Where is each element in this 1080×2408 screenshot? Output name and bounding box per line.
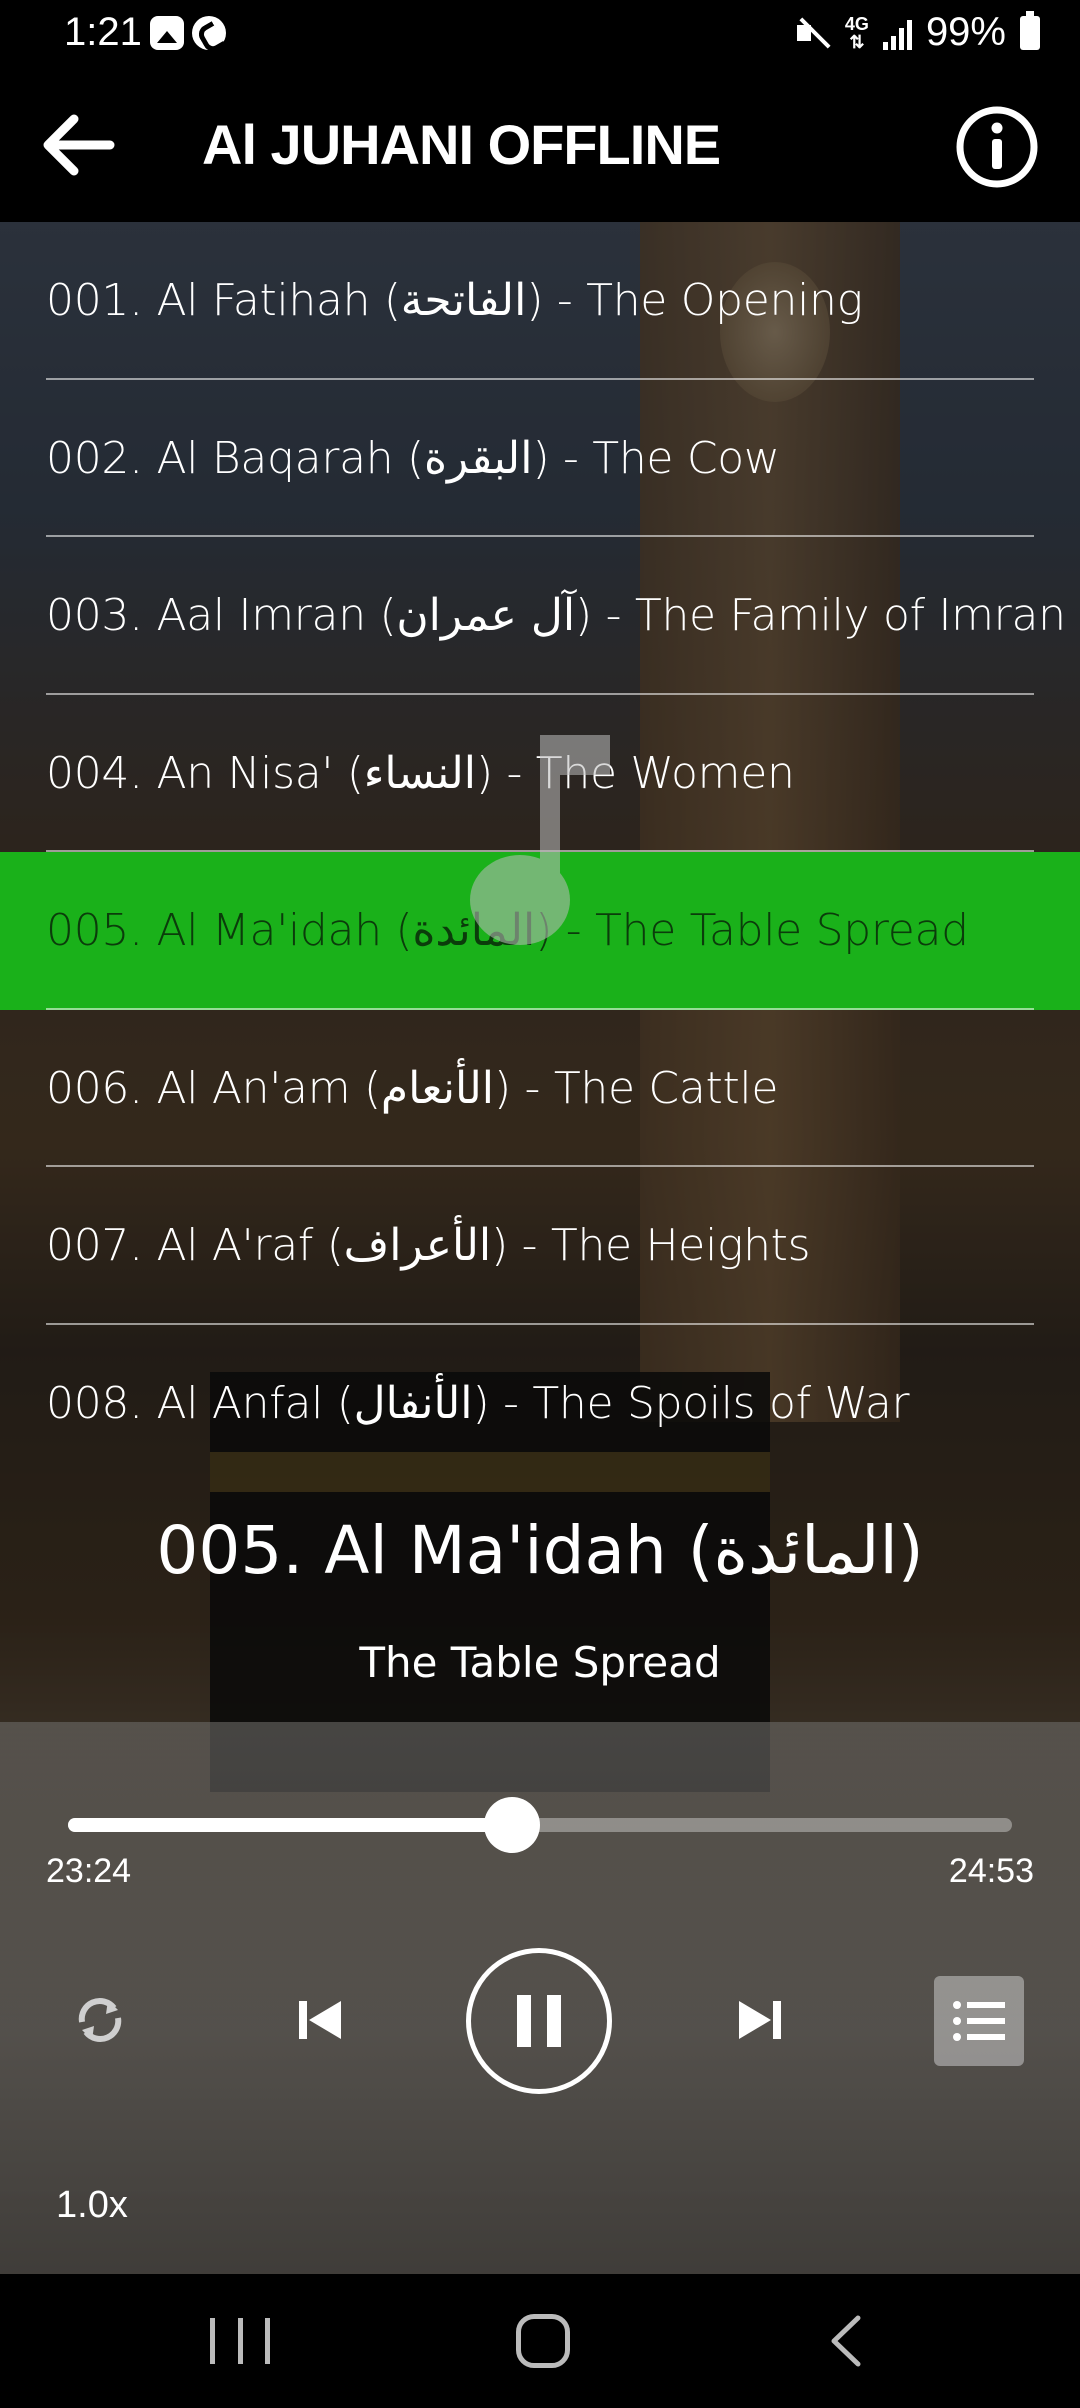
track-label: 008. Al Anfal (الأنفال) - The Spoils of …: [46, 1377, 910, 1429]
list-item[interactable]: 003. Aal Imran (آل عمران) - The Family o…: [0, 537, 1080, 695]
track-label: 006. Al An'am (الأنعام) - The Cattle: [46, 1062, 779, 1114]
battery-percent: 99%: [925, 10, 1006, 54]
list-item[interactable]: 006. Al An'am (الأنعام) - The Cattle: [0, 1010, 1080, 1168]
skip-next-icon: [739, 2001, 781, 2039]
track-label: 003. Aal Imran (آل عمران) - The Family o…: [46, 590, 1066, 642]
recents-button[interactable]: [210, 2318, 270, 2364]
network-icon: 4G ⇅: [845, 15, 869, 51]
pause-icon: [517, 1995, 561, 2047]
status-time: 1:21: [64, 10, 142, 54]
repeat-button[interactable]: [60, 1980, 140, 2060]
arrow-left-icon[interactable]: [38, 110, 118, 180]
track-label: 007. Al A'raf (الأعراف) - The Heights: [46, 1220, 811, 1272]
player-controls: [0, 1940, 1080, 2100]
list-item[interactable]: 001. Al Fatihah (الفاتحة) - The Opening: [0, 222, 1080, 380]
list-item[interactable]: 002. Al Baqarah (البقرة) - The Cow: [0, 380, 1080, 538]
next-button[interactable]: [720, 1980, 800, 2060]
system-nav-bar: [0, 2274, 1080, 2408]
now-playing-title: 005. Al Ma'idah (المائدة): [156, 1512, 924, 1589]
page-title: Al JUHANI OFFLINE: [202, 113, 721, 176]
home-button[interactable]: [516, 2314, 570, 2368]
gallery-icon: [150, 16, 184, 50]
data-arrows-icon: ⇅: [849, 31, 865, 52]
track-label: 004. An Nisa' (النساء) - The Women: [46, 747, 795, 799]
info-icon[interactable]: [954, 104, 1040, 190]
seek-bar[interactable]: [68, 1797, 1012, 1853]
status-right: 4G ⇅ 99%: [795, 10, 1040, 55]
music-note-icon: [470, 735, 610, 945]
previous-button[interactable]: [280, 1980, 360, 2060]
notification-icons: [150, 16, 226, 50]
track-label: 001. Al Fatihah (الفاتحة) - The Opening: [46, 275, 863, 327]
signal-icon: [882, 16, 912, 50]
pause-button[interactable]: [466, 1948, 612, 2094]
list-icon: [953, 2001, 1005, 2041]
app-bar: Al JUHANI OFFLINE: [0, 72, 1080, 222]
seek-bar-progress: [68, 1818, 512, 1832]
list-item[interactable]: 007. Al A'raf (الأعراف) - The Heights: [0, 1167, 1080, 1325]
now-playing-subtitle: The Table Spread: [359, 1638, 721, 1687]
status-bar: 1:21 4G ⇅ 99%: [0, 0, 1080, 72]
mute-icon: [795, 15, 831, 51]
skip-previous-icon: [299, 2001, 341, 2039]
seek-thumb[interactable]: [483, 1797, 540, 1853]
network-type: 4G: [844, 13, 869, 34]
phone-icon: [192, 16, 226, 50]
speed-button[interactable]: 1.0x: [56, 2184, 128, 2227]
current-time: 23:24: [46, 1852, 132, 1890]
repeat-icon: [78, 1998, 122, 2042]
playlist-button[interactable]: [934, 1976, 1024, 2066]
track-label: 002. Al Baqarah (البقرة) - The Cow: [46, 432, 780, 484]
list-item[interactable]: 008. Al Anfal (الأنفال) - The Spoils of …: [0, 1325, 1080, 1483]
total-time: 24:53: [948, 1852, 1034, 1890]
battery-icon: [1020, 10, 1040, 50]
nav-back-button[interactable]: [826, 2314, 866, 2368]
